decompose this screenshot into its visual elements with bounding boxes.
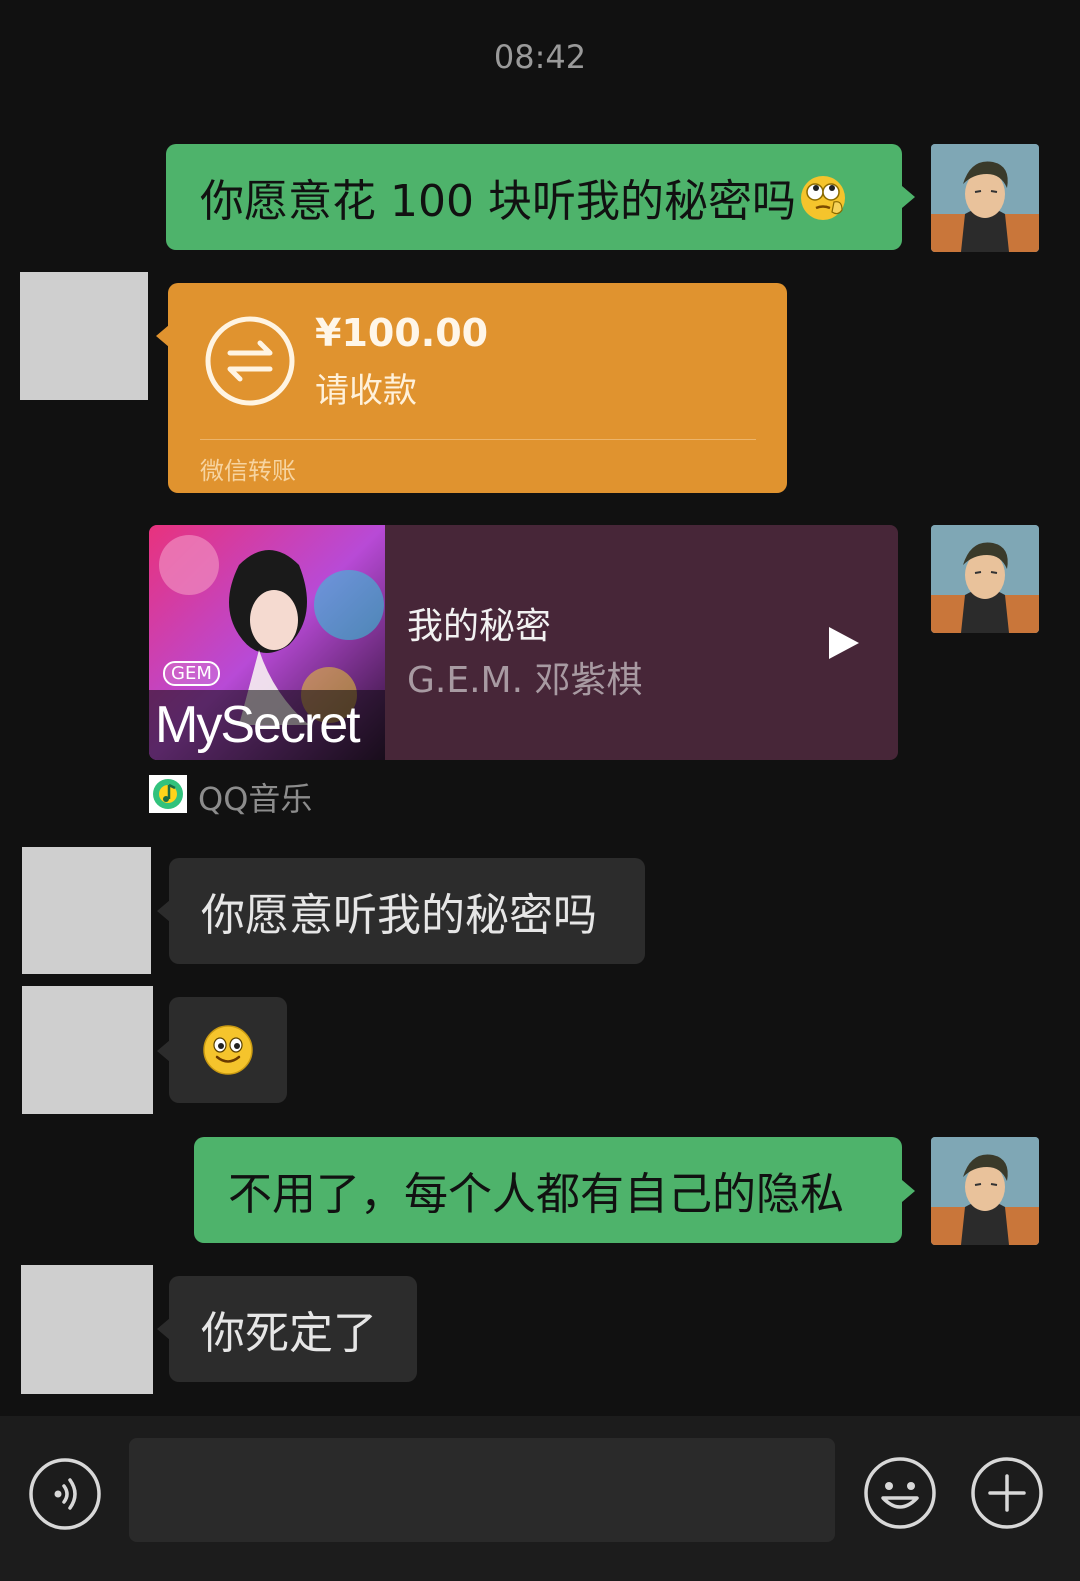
timestamp: 08:42 [493,38,587,76]
eyeroll-emoji-icon [798,172,848,222]
transfer-icon [204,315,296,407]
sent-message-bubble[interactable]: 你愿意花 100 块听我的秘密吗 [166,144,902,250]
input-toolbar [0,1416,1080,1581]
message-text: 不用了，每个人都有自己的隐私 [228,1169,844,1220]
contact-avatar-placeholder[interactable] [20,272,148,400]
message-text: 你愿意听我的秘密吗 [201,890,597,941]
received-message-bubble[interactable] [169,997,287,1103]
contact-avatar-placeholder[interactable] [22,986,153,1114]
divider [200,439,756,440]
received-message-bubble[interactable]: 你愿意听我的秘密吗 [169,858,645,964]
emoji-icon[interactable] [863,1456,937,1530]
message-input[interactable] [129,1438,835,1542]
message-text: 你死定了 [201,1308,377,1359]
message-text: 你愿意花 100 块听我的秘密吗 [200,176,796,227]
transfer-status: 请收款 [315,371,417,411]
album-brand-text: GEM [163,661,220,686]
bubble-tail [902,186,915,208]
transfer-card[interactable]: ¥100.00 请收款 微信转账 [168,283,787,493]
bubble-tail [902,1180,915,1202]
plus-icon[interactable] [970,1456,1044,1530]
transfer-amount: ¥100.00 [315,311,489,355]
album-cover: GEM MySecret [149,525,385,760]
play-icon[interactable] [827,625,861,661]
transfer-footer: 微信转账 [200,457,296,485]
contact-avatar-placeholder[interactable] [22,847,151,974]
my-avatar[interactable] [931,1137,1039,1245]
sent-message-bubble[interactable]: 不用了，每个人都有自己的隐私 [194,1137,902,1243]
smiley-emoji-icon [202,1024,254,1076]
voice-icon[interactable] [28,1457,102,1531]
album-title-text: MySecret [155,696,361,754]
music-card[interactable]: GEM MySecret 我的秘密 G.E.M. 邓紫棋 [149,525,898,760]
qq-music-logo-icon [149,775,187,813]
my-avatar[interactable] [931,144,1039,252]
received-message-bubble[interactable]: 你死定了 [169,1276,417,1382]
music-artist: G.E.M. 邓紫棋 [407,660,643,701]
my-avatar[interactable] [931,525,1039,633]
music-source: QQ音乐 [198,780,313,818]
music-title: 我的秘密 [407,606,552,647]
contact-avatar-placeholder[interactable] [21,1265,153,1394]
